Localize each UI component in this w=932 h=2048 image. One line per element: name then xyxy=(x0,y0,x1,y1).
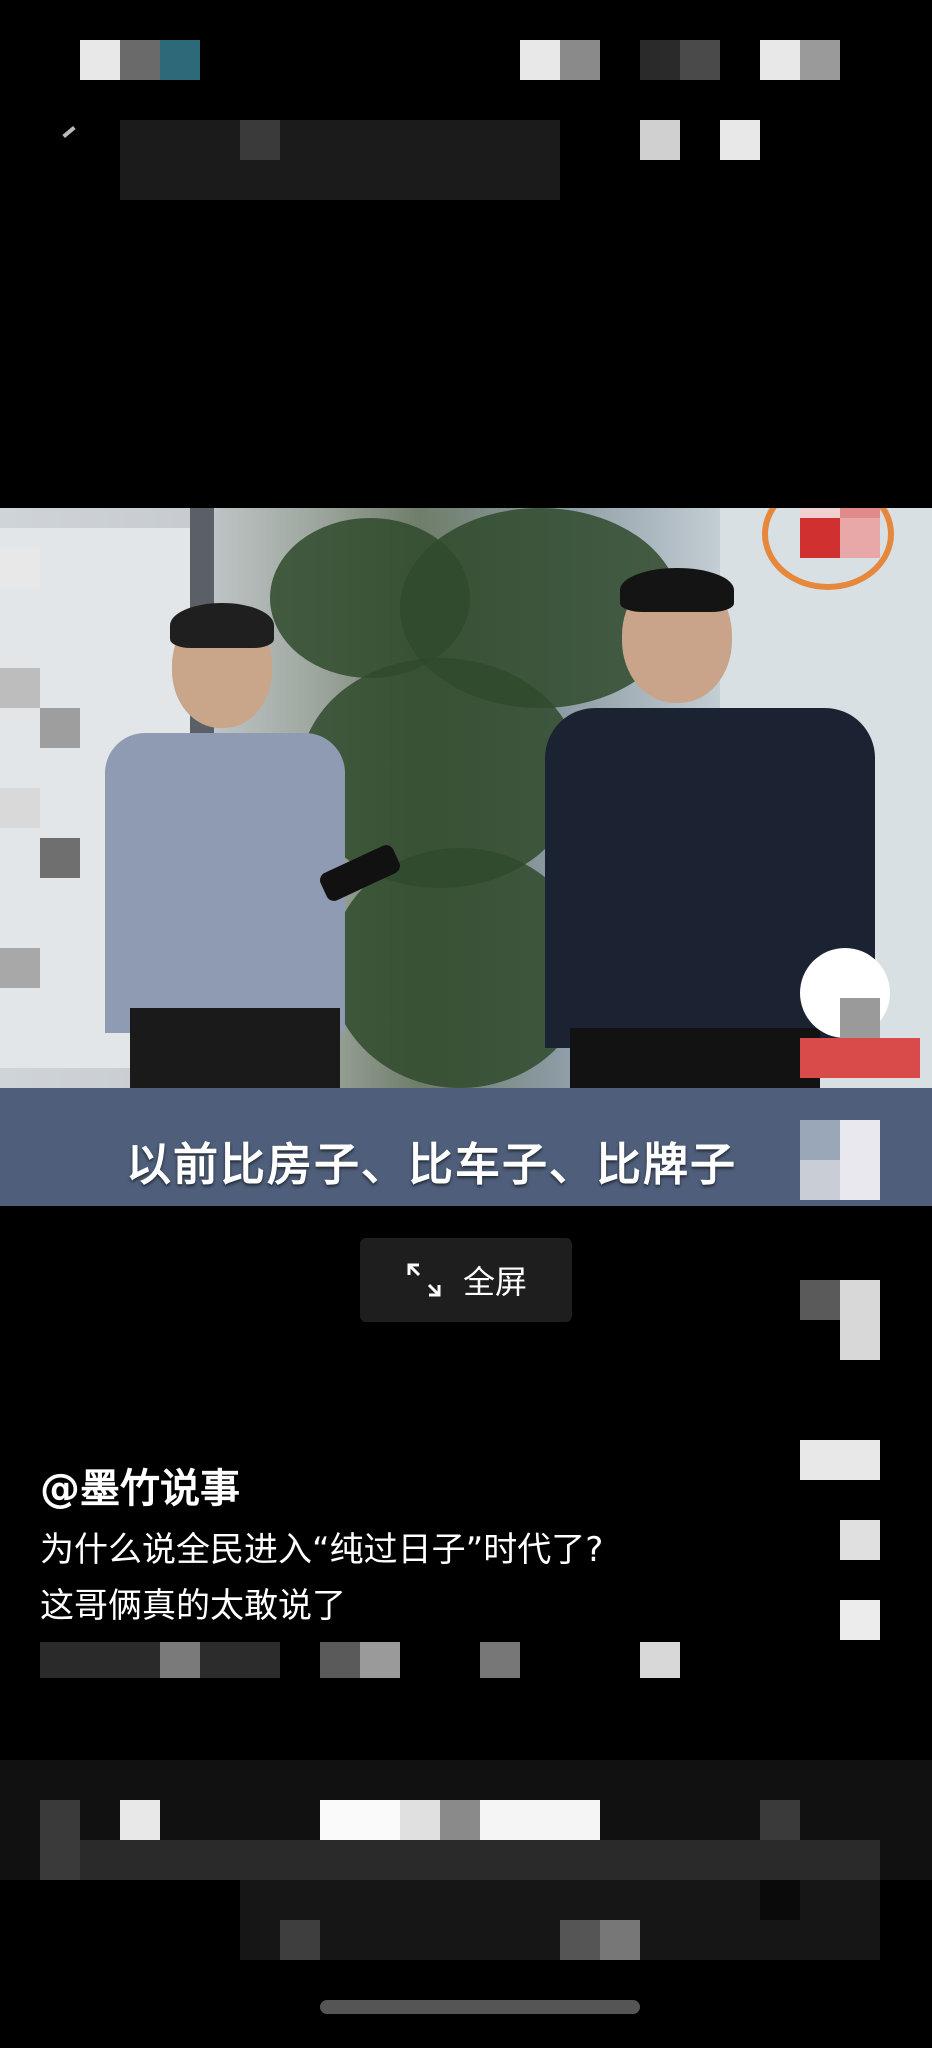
obscured-block xyxy=(800,1160,840,1200)
obscured-logo-block xyxy=(800,1038,920,1078)
person-right-pants xyxy=(570,1028,820,1088)
obscured-block xyxy=(280,1920,320,1960)
person-right-hair xyxy=(620,568,734,612)
obscured-block xyxy=(40,1800,80,1880)
obscured-block xyxy=(840,1120,880,1200)
obscured-block xyxy=(760,1800,800,1840)
obscured-block xyxy=(360,1642,400,1678)
obscured-icon[interactable] xyxy=(640,120,680,160)
obscured-block xyxy=(160,1642,200,1678)
obscured-icon[interactable] xyxy=(720,120,760,160)
obscured-logo-block xyxy=(840,518,880,558)
fullscreen-button[interactable]: 全屏 xyxy=(360,1238,572,1322)
obscured-block xyxy=(760,1880,800,1920)
author-name[interactable]: @墨竹说事 xyxy=(40,1456,240,1514)
person-left-hair xyxy=(170,603,274,648)
back-icon[interactable] xyxy=(62,125,76,139)
obscured-status-block xyxy=(640,40,680,80)
obscured-action[interactable] xyxy=(800,1440,880,1480)
obscured-block xyxy=(80,1840,880,1880)
obscured-block xyxy=(40,1642,160,1678)
obscured-logo-block xyxy=(800,508,840,518)
obscured-block xyxy=(120,1800,160,1840)
obscured-action[interactable] xyxy=(800,1280,840,1320)
video-player[interactable] xyxy=(0,508,932,1088)
obscured-block xyxy=(400,1800,440,1840)
obscured-overlay xyxy=(0,948,40,988)
obscured-overlay xyxy=(0,548,40,588)
obscured-overlay xyxy=(40,838,80,878)
obscured-block xyxy=(640,1642,680,1678)
person-left-pants xyxy=(130,1008,340,1088)
obscured-block xyxy=(480,1642,520,1678)
obscured-block xyxy=(320,1642,360,1678)
obscured-status-block xyxy=(80,40,120,80)
video-subtitle: 以前比房子、比车子、比牌子 xyxy=(126,1138,738,1191)
obscured-block xyxy=(240,120,280,160)
obscured-block xyxy=(320,1800,400,1840)
fullscreen-label: 全屏 xyxy=(462,1263,527,1301)
obscured-block xyxy=(800,1120,840,1160)
obscured-overlay xyxy=(0,668,40,708)
post-description: 这哥俩真的太敢说了 xyxy=(40,1586,346,1626)
obscured-block xyxy=(200,1642,280,1678)
obscured-overlay xyxy=(40,708,80,748)
obscured-status-block xyxy=(520,40,560,80)
person-left-shirt xyxy=(105,733,345,1033)
obscured-search-bar[interactable] xyxy=(120,120,560,200)
post-description: 为什么说全民进入“纯过日子”时代了? xyxy=(40,1530,604,1570)
obscured-status-block xyxy=(800,40,840,80)
obscured-block xyxy=(480,1800,600,1840)
obscured-logo-block xyxy=(840,998,880,1038)
obscured-status-block xyxy=(680,40,720,80)
obscured-block xyxy=(560,1920,600,1960)
obscured-logo-block xyxy=(800,518,840,558)
expand-arrows-icon xyxy=(407,1263,441,1297)
obscured-status-block xyxy=(160,40,200,80)
obscured-logo-block xyxy=(840,508,880,518)
obscured-overlay xyxy=(0,788,40,828)
obscured-status-block xyxy=(560,40,600,80)
obscured-status-block xyxy=(120,40,160,80)
obscured-block xyxy=(600,1920,640,1960)
obscured-action[interactable] xyxy=(840,1600,880,1640)
obscured-action[interactable] xyxy=(840,1280,880,1360)
home-indicator[interactable] xyxy=(320,2000,640,2014)
obscured-status-block xyxy=(760,40,800,80)
obscured-action[interactable] xyxy=(840,1520,880,1560)
obscured-block xyxy=(440,1800,480,1840)
